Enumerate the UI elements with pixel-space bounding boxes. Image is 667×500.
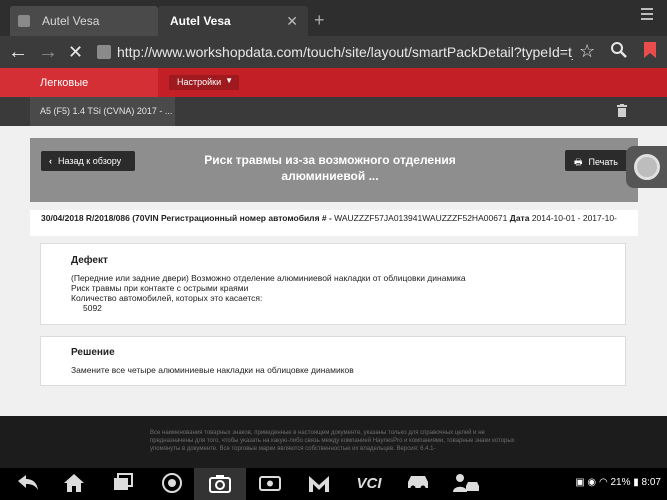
date-value: 2014-10-01 - 2017-10- bbox=[529, 213, 617, 223]
app-header: Легковые Настройки ▼ bbox=[0, 68, 667, 97]
chevron-left-icon: ‹ bbox=[49, 156, 52, 166]
print-label: Печать bbox=[588, 157, 618, 167]
wifi-icon: ◠ bbox=[598, 477, 611, 488]
tab-label: Autel Vesa bbox=[170, 14, 231, 28]
bookmark-icon[interactable] bbox=[643, 41, 657, 64]
new-tab-icon[interactable]: + bbox=[314, 10, 325, 31]
recall-reference: 30/04/2018 R/2018/086 (70 bbox=[41, 213, 145, 223]
tab-label: Autel Vesa bbox=[42, 14, 100, 28]
footer: Все наименования товарных знаков, привед… bbox=[0, 416, 667, 468]
screen-record-icon[interactable] bbox=[258, 473, 282, 495]
print-button[interactable]: 🖶 Печать bbox=[565, 150, 627, 171]
defect-line-1: (Передние или задние двери) Возможно отд… bbox=[71, 273, 466, 283]
tab-passenger-cars[interactable]: Легковые bbox=[0, 68, 158, 97]
recall-meta-row: 30/04/2018 R/2018/086 (70VIN Регистрацио… bbox=[30, 210, 638, 236]
browser-tab-active[interactable]: Autel Vesa ✕ bbox=[158, 6, 308, 36]
battery-icon: ▮ bbox=[630, 477, 642, 488]
defect-title: Дефект bbox=[71, 255, 108, 266]
defect-line-2: Риск травмы при контакте с острыми краям… bbox=[71, 283, 249, 293]
user-car-icon[interactable] bbox=[451, 473, 481, 495]
solution-title: Решение bbox=[71, 347, 115, 358]
url-input[interactable]: http://www.workshopdata.com/touch/site/l… bbox=[117, 44, 573, 60]
vci-icon[interactable]: VCI bbox=[352, 473, 386, 495]
assist-knob-icon bbox=[634, 154, 660, 180]
main-content: ‹ Назад к обзору Риск травмы из-за возмож… bbox=[0, 126, 667, 416]
legal-disclaimer: Все наименования товарных знаков, привед… bbox=[150, 430, 515, 452]
page-title: Риск травмы из-за возможного отделения а… bbox=[204, 153, 456, 183]
notification-icon: ▣ ◉ bbox=[575, 477, 599, 488]
stop-loading-icon[interactable]: ✕ bbox=[68, 40, 83, 64]
battery-percent: 21% bbox=[610, 477, 631, 488]
camera-icon bbox=[208, 473, 232, 495]
print-icon: 🖶 bbox=[574, 157, 583, 167]
url-bar: ← → ✕ http://www.workshopdata.com/touch/… bbox=[0, 36, 667, 104]
forward-arrow-icon[interactable]: → bbox=[38, 40, 58, 64]
search-icon[interactable] bbox=[610, 41, 628, 64]
vehicle-tab[interactable]: A5 (F5) 1.4 TSi (CVNA) 2017 - ... bbox=[30, 97, 175, 126]
affected-count: 5092 bbox=[83, 303, 102, 313]
vin-label-overlap: VIN bbox=[144, 213, 159, 223]
recent-apps-icon[interactable] bbox=[111, 473, 135, 495]
chrome-icon[interactable] bbox=[160, 473, 184, 495]
document-header: ‹ Назад к обзору Риск травмы из-за возмож… bbox=[30, 138, 638, 202]
clock-time: 8:07 bbox=[641, 477, 661, 488]
browser-tab[interactable]: Autel Vesa bbox=[10, 6, 158, 36]
settings-dropdown[interactable]: Настройки ▼ bbox=[169, 75, 239, 90]
back-icon[interactable] bbox=[14, 473, 42, 495]
caret-down-icon: ▼ bbox=[225, 76, 233, 85]
trash-icon[interactable] bbox=[617, 104, 627, 117]
vin-value: WAUZZZF57JA013941WAUZZZF52HA00671 bbox=[334, 213, 508, 223]
date-label: Дата bbox=[509, 213, 530, 223]
browser-tab-strip: Autel Vesa Autel Vesa ✕ + bbox=[0, 0, 667, 36]
close-tab-icon[interactable]: ✕ bbox=[286, 13, 298, 30]
floating-assist-button[interactable] bbox=[626, 146, 667, 188]
system-nav-bar: VCI ▣ ◉ ◠ 21% ▮ 8:07 bbox=[0, 468, 667, 500]
camera-button-bg[interactable] bbox=[194, 468, 246, 500]
settings-label: Настройки bbox=[177, 77, 222, 87]
site-favicon-icon bbox=[97, 45, 111, 59]
solution-card: Решение Замените все четыре алюминиевые … bbox=[40, 336, 626, 386]
maxisys-icon[interactable] bbox=[307, 473, 331, 495]
back-to-overview-button[interactable]: ‹ Назад к обзору bbox=[41, 151, 135, 171]
car-icon[interactable] bbox=[404, 473, 432, 495]
defect-card: Дефект (Передние или задние двери) Возмо… bbox=[40, 243, 626, 325]
home-icon[interactable] bbox=[62, 473, 86, 495]
tab-menu-icon[interactable] bbox=[641, 8, 653, 22]
vin-label: Регистрационный номер автомобиля # - bbox=[158, 213, 335, 223]
solution-text: Замените все четыре алюминиевые накладки… bbox=[71, 365, 354, 375]
favicon-icon bbox=[18, 15, 30, 27]
back-arrow-icon[interactable]: ← bbox=[8, 40, 28, 64]
defect-line-3: Количество автомобилей, которых это каса… bbox=[71, 293, 263, 303]
star-icon[interactable]: ☆ bbox=[579, 41, 595, 62]
back-label: Назад к обзору bbox=[58, 156, 122, 166]
vehicle-bar: A5 (F5) 1.4 TSi (CVNA) 2017 - ... bbox=[0, 97, 667, 126]
status-area: ▣ ◉ ◠ 21% ▮ 8:07 bbox=[575, 477, 661, 488]
